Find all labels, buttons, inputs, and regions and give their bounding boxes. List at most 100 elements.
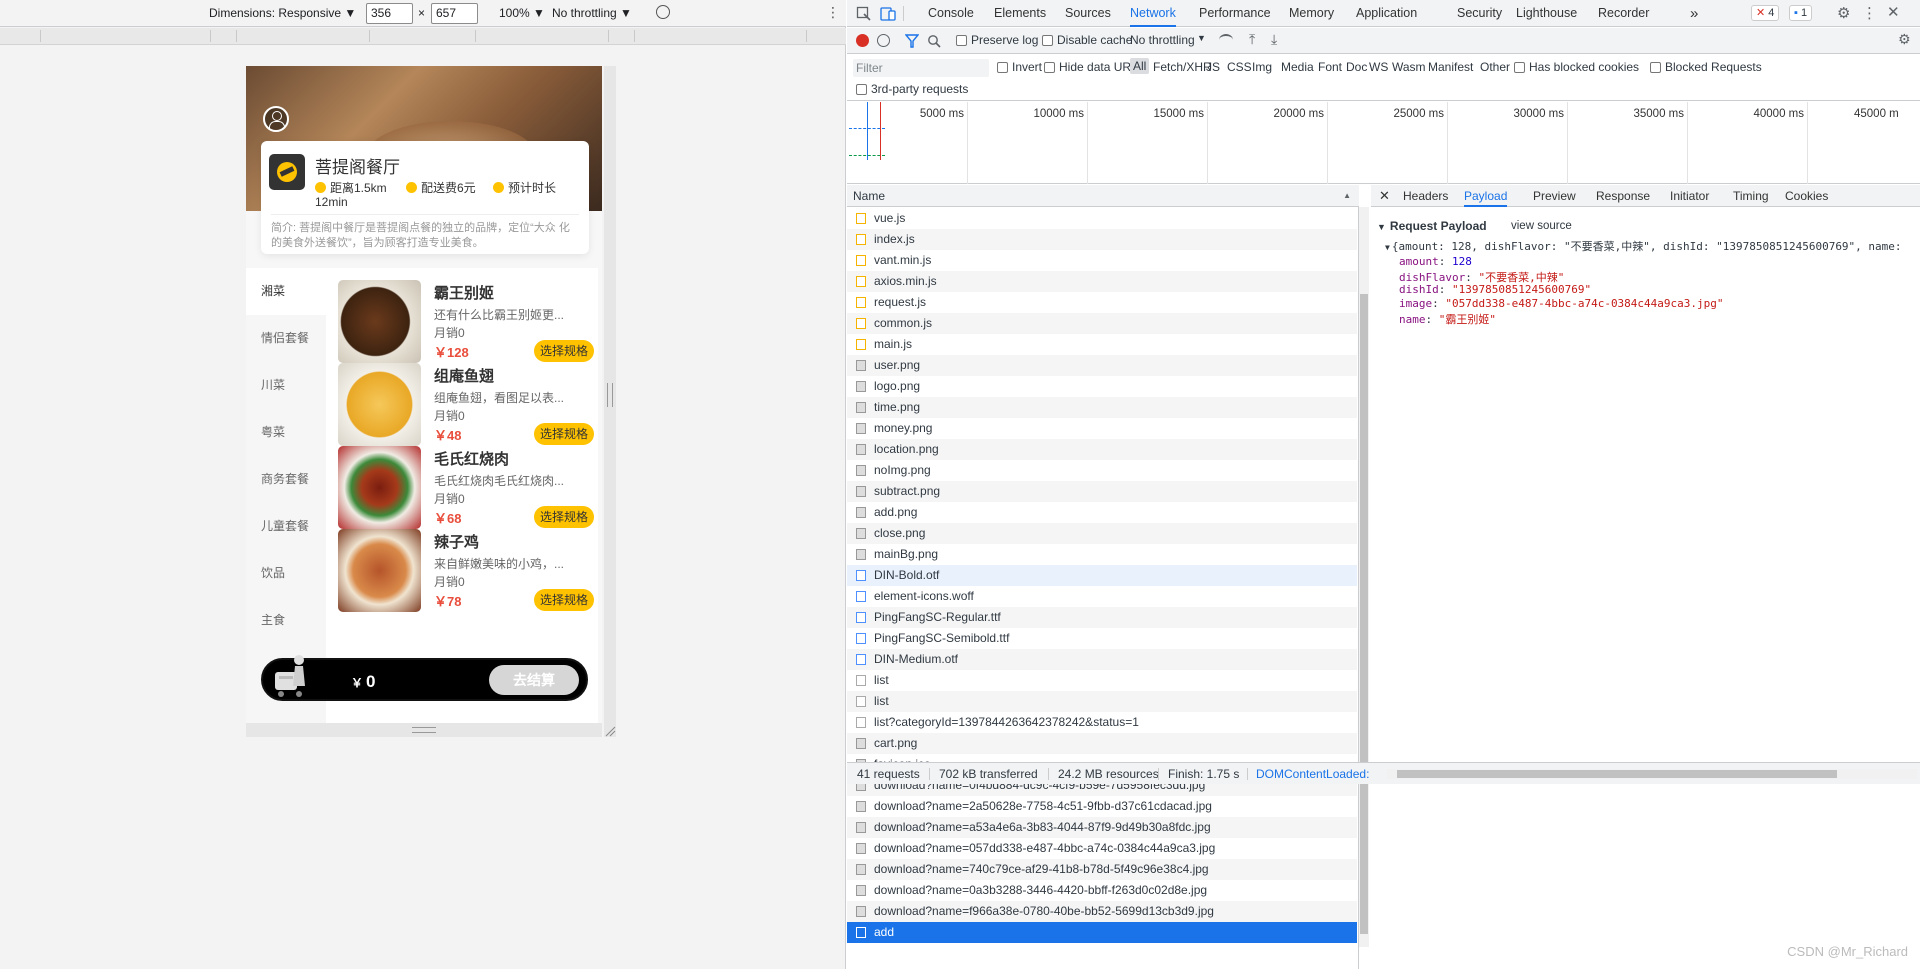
filter-type-js[interactable]: JS xyxy=(1206,60,1220,74)
tab-application[interactable]: Application xyxy=(1356,0,1417,27)
record-icon[interactable] xyxy=(856,34,869,47)
network-throttling-select[interactable]: No throttling xyxy=(1130,33,1195,47)
request-row[interactable]: download?name=057dd338-e487-4bbc-a74c-03… xyxy=(847,838,1357,859)
tab-performance[interactable]: Performance xyxy=(1199,0,1271,27)
tab-timing[interactable]: Timing xyxy=(1733,185,1769,207)
category-item[interactable]: 儿童套餐 xyxy=(246,503,326,550)
tab-headers[interactable]: Headers xyxy=(1403,185,1448,207)
category-item[interactable]: 主食 xyxy=(246,597,326,644)
import-har-icon[interactable]: ⤒ xyxy=(1249,31,1255,48)
export-har-icon[interactable]: ⤓ xyxy=(1271,31,1277,48)
filter-type-manifest[interactable]: Manifest xyxy=(1428,60,1473,74)
category-item[interactable]: 情侣套餐 xyxy=(246,315,326,362)
more-options-icon[interactable]: ⋮ xyxy=(826,5,840,19)
request-row[interactable]: list xyxy=(847,670,1357,691)
view-source-link[interactable]: view source xyxy=(1511,220,1572,232)
filter-type-doc[interactable]: Doc xyxy=(1346,60,1367,74)
payload-summary[interactable]: ▼ {amount: 128, dishFlavor: "不要香菜,中辣", di… xyxy=(1385,238,1915,254)
filter-type-fetch-xhr[interactable]: Fetch/XHR xyxy=(1153,60,1212,74)
request-row[interactable]: download?name=740c79ce-af29-41b8-b78d-5f… xyxy=(847,859,1357,880)
filter-type-ws[interactable]: WS xyxy=(1369,60,1388,74)
request-row[interactable]: PingFangSC-Regular.ttf xyxy=(847,607,1357,628)
network-settings-gear-icon[interactable]: ⚙ xyxy=(1898,31,1911,48)
resize-corner-icon[interactable] xyxy=(604,723,616,737)
tab-memory[interactable]: Memory xyxy=(1289,0,1334,27)
blocked-requests-checkbox[interactable] xyxy=(1650,62,1661,73)
request-row[interactable]: axios.min.js xyxy=(847,271,1357,292)
clear-icon[interactable] xyxy=(877,34,890,47)
inspect-element-icon[interactable] xyxy=(856,6,872,22)
filter-type-media[interactable]: Media xyxy=(1281,60,1314,74)
request-row[interactable]: download?name=a53a4e6a-3b83-4044-87f9-9d… xyxy=(847,817,1357,838)
close-detail-icon[interactable]: ✕ xyxy=(1379,185,1390,207)
customize-menu-icon[interactable]: ⋮ xyxy=(1862,4,1877,22)
tab-recorder[interactable]: Recorder xyxy=(1598,0,1649,27)
viewport-width-resizer[interactable] xyxy=(604,66,616,737)
device-toggle-icon[interactable] xyxy=(880,6,896,22)
request-row[interactable]: download?name=2a50628e-7758-4c51-9fbb-d3… xyxy=(847,796,1357,817)
request-row[interactable]: money.png xyxy=(847,418,1357,439)
checkout-button[interactable]: 去结算 xyxy=(489,665,579,695)
request-row[interactable]: vue.js xyxy=(847,208,1357,229)
height-input[interactable]: 657 xyxy=(431,3,478,24)
disable-cache-checkbox[interactable] xyxy=(1042,35,1053,46)
request-row[interactable]: element-icons.woff xyxy=(847,586,1357,607)
tab-network[interactable]: Network xyxy=(1130,0,1176,27)
name-column-header[interactable]: Name ▲ xyxy=(847,185,1359,207)
request-list-scrollbar[interactable] xyxy=(1359,207,1369,947)
tab-preview[interactable]: Preview xyxy=(1533,185,1576,207)
network-conditions-icon[interactable] xyxy=(1219,34,1233,46)
filter-input[interactable]: Filter xyxy=(853,59,989,77)
tab-response[interactable]: Response xyxy=(1596,185,1650,207)
request-row[interactable]: download?name=f966a38e-0780-40be-bb52-56… xyxy=(847,901,1357,922)
request-row[interactable]: download?name=0a3b3288-3446-4420-bbff-f2… xyxy=(847,880,1357,901)
request-row[interactable]: add.png xyxy=(847,502,1357,523)
network-overview-timeline[interactable]: 5000 ms 10000 ms 15000 ms 20000 ms 25000… xyxy=(847,102,1920,184)
more-tabs-icon[interactable]: » xyxy=(1690,0,1698,27)
close-devtools-icon[interactable]: ✕ xyxy=(1887,3,1900,21)
settings-gear-icon[interactable]: ⚙ xyxy=(1837,4,1850,22)
category-item[interactable]: 商务套餐 xyxy=(246,456,326,503)
category-item[interactable]: 川菜 xyxy=(246,362,326,409)
zoom-dropdown[interactable]: 100% ▼ xyxy=(499,6,545,20)
filter-type-other[interactable]: Other xyxy=(1480,60,1510,74)
width-input[interactable]: 356 xyxy=(366,3,413,24)
request-row[interactable]: user.png xyxy=(847,355,1357,376)
tab-payload[interactable]: Payload xyxy=(1464,185,1508,207)
request-row[interactable]: cart.png xyxy=(847,733,1357,754)
filter-icon[interactable] xyxy=(905,34,919,48)
request-row[interactable]: subtract.png xyxy=(847,481,1357,502)
tab-console[interactable]: Console xyxy=(928,0,974,27)
tab-security[interactable]: Security xyxy=(1457,0,1502,27)
invert-checkbox[interactable] xyxy=(997,62,1008,73)
request-row[interactable]: DIN-Bold.otf xyxy=(847,565,1357,586)
third-party-checkbox[interactable] xyxy=(856,84,867,95)
throttling-dropdown-arrow-icon[interactable]: ▼ xyxy=(1197,33,1206,43)
tab-lighthouse[interactable]: Lighthouse xyxy=(1516,0,1577,27)
request-row[interactable]: DIN-Medium.otf xyxy=(847,649,1357,670)
request-row[interactable]: main.js xyxy=(847,334,1357,355)
select-spec-button[interactable]: 选择规格 xyxy=(534,589,594,611)
filter-type-img[interactable]: Img xyxy=(1252,60,1272,74)
request-row[interactable]: noImg.png xyxy=(847,460,1357,481)
cart-icon[interactable] xyxy=(271,650,311,698)
request-row[interactable]: list?categoryId=1397844263642378242&stat… xyxy=(847,712,1357,733)
dish-card[interactable]: 辣子鸡 来自鲜嫩美味的小鸡，... 月销0 ￥78 选择规格 xyxy=(326,517,598,617)
request-row[interactable]: index.js xyxy=(847,229,1357,250)
request-row[interactable]: close.png xyxy=(847,523,1357,544)
tab-initiator[interactable]: Initiator xyxy=(1670,185,1709,207)
throttling-dropdown[interactable]: No throttling ▼ xyxy=(552,6,632,20)
filter-type-css[interactable]: CSS xyxy=(1227,60,1252,74)
filter-type-font[interactable]: Font xyxy=(1318,60,1342,74)
detail-horizontal-scrollbar[interactable] xyxy=(1387,769,1917,779)
filter-type-all[interactable]: All xyxy=(1130,58,1150,74)
search-icon[interactable] xyxy=(927,34,941,48)
preserve-log-checkbox[interactable] xyxy=(956,35,967,46)
user-avatar-icon[interactable] xyxy=(263,106,289,132)
message-count-badge[interactable]: ▪ 1 xyxy=(1789,5,1813,21)
request-row[interactable]: PingFangSC-Semibold.ttf xyxy=(847,628,1357,649)
request-row[interactable]: logo.png xyxy=(847,376,1357,397)
request-row[interactable]: mainBg.png xyxy=(847,544,1357,565)
request-payload-title[interactable]: ▼ Request Payload xyxy=(1377,219,1487,233)
has-blocked-cookies-checkbox[interactable] xyxy=(1514,62,1525,73)
